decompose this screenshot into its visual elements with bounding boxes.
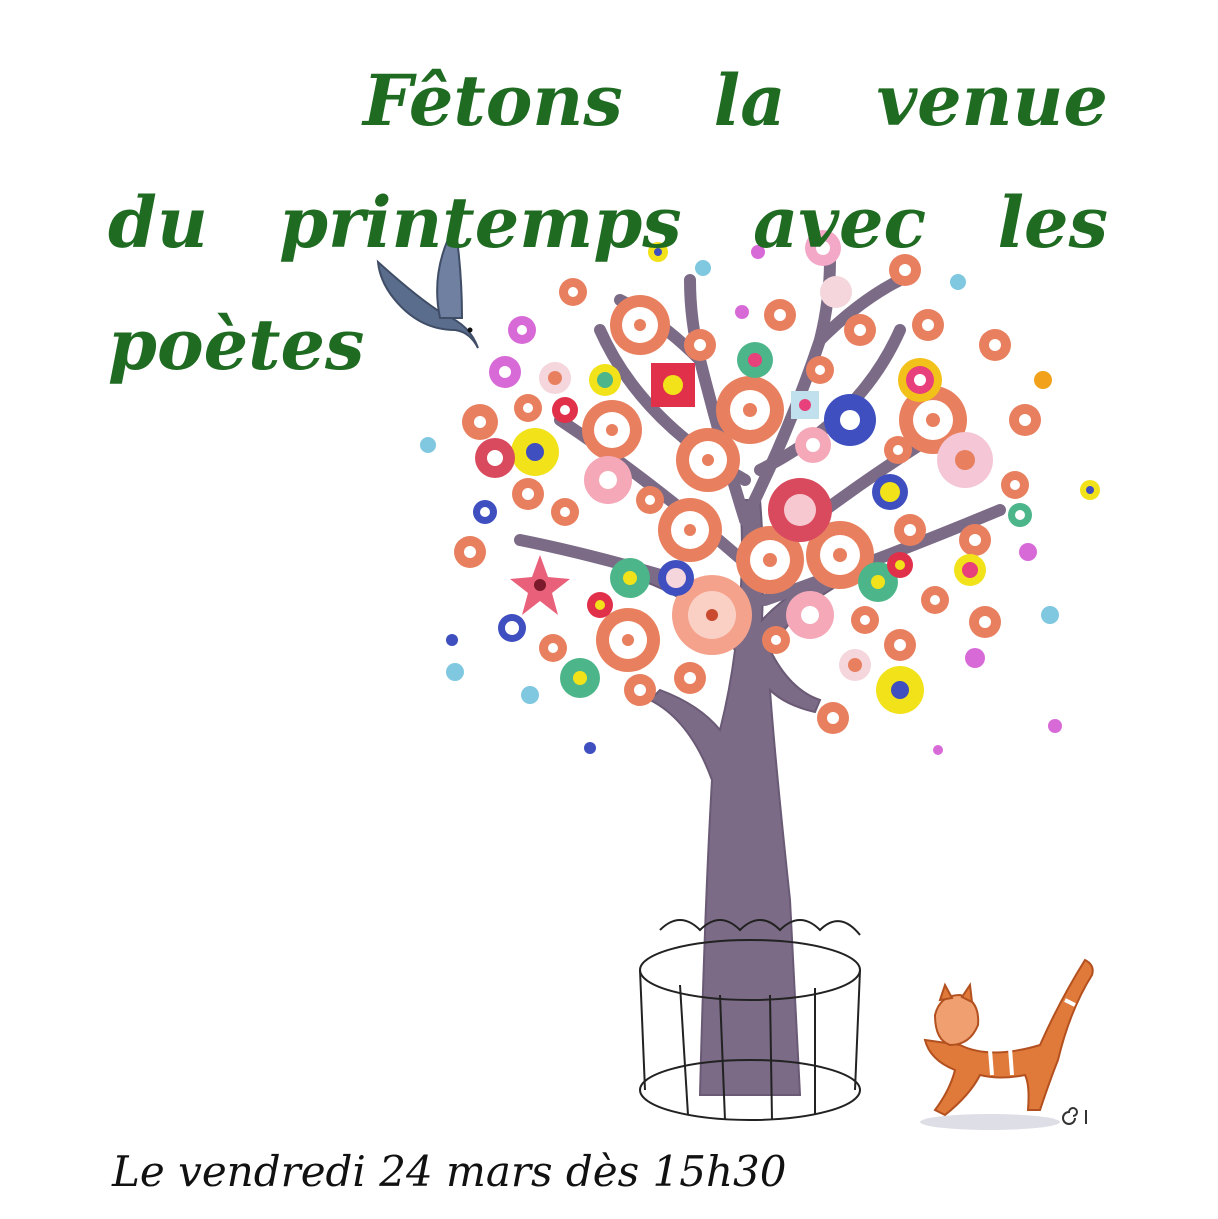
title-word: venue	[876, 59, 1108, 142]
title-word: printemps	[279, 181, 682, 264]
title-word: la	[713, 59, 786, 142]
signature-mark	[1062, 1107, 1087, 1125]
page-title: Fêtons la venue du printemps avec les po…	[108, 40, 1108, 406]
title-line-2: du printemps avec les	[108, 162, 1108, 284]
cat-illustration	[923, 958, 1094, 1117]
title-line-1: Fêtons la venue	[108, 40, 1108, 162]
event-date: Le vendredi 24 mars dès 15h30	[112, 1147, 787, 1196]
title-word: du	[108, 181, 208, 264]
title-word: les	[997, 181, 1108, 264]
title-line-3: poètes	[108, 284, 1108, 406]
title-word: poètes	[108, 303, 365, 386]
ground-shadow	[920, 1114, 1060, 1130]
title-word: Fêtons	[363, 59, 623, 142]
title-word: avec	[752, 181, 927, 264]
